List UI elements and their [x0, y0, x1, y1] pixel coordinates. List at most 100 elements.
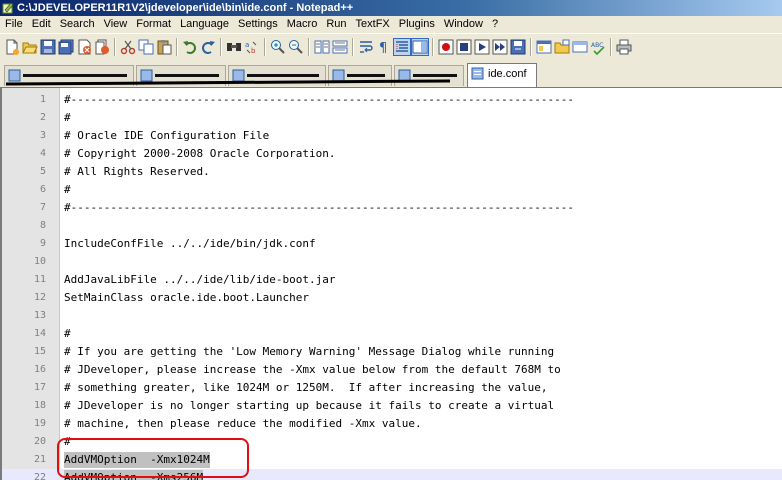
line-number: 21	[33, 454, 46, 465]
code-line[interactable]: 11 AddJavaLibFile ../../ide/lib/ide-boot.…	[2, 271, 782, 289]
stop-record-icon[interactable]	[456, 39, 472, 55]
code-line[interactable]: 13	[2, 307, 782, 325]
code-line[interactable]: 5 # All Rights Reserved.	[2, 163, 782, 181]
find-icon[interactable]	[226, 39, 242, 55]
redo-icon[interactable]	[200, 39, 216, 55]
zoom-in-icon[interactable]	[270, 39, 286, 55]
document-map-icon[interactable]	[411, 38, 429, 56]
window-list-icon[interactable]	[572, 39, 588, 55]
line-text: #---------------------------------------…	[64, 93, 574, 106]
code-line[interactable]: 16 # JDeveloper, please increase the -Xmx…	[2, 361, 782, 379]
close-all-icon[interactable]	[94, 39, 110, 55]
document-icon	[471, 67, 484, 80]
code-line[interactable]: 17 # something greater, like 1024M or 125…	[2, 379, 782, 397]
indent-guide-icon[interactable]	[393, 38, 411, 56]
sync-vertical-icon[interactable]	[314, 39, 330, 55]
save-all-icon[interactable]	[58, 39, 74, 55]
menu-language[interactable]: Language	[175, 16, 233, 33]
toolbar: ab ¶ ABC	[0, 33, 782, 62]
line-number: 11	[33, 274, 46, 285]
folder-tree-icon[interactable]	[554, 39, 570, 55]
tab-bar: ide.conf	[0, 62, 782, 88]
toolbar-separator	[114, 38, 116, 56]
code-line[interactable]: 19 # machine, then please reduce the modi…	[2, 415, 782, 433]
menu-textfx[interactable]: TextFX	[351, 16, 394, 33]
menu-format[interactable]: Format	[131, 16, 175, 33]
redaction-mark	[347, 74, 385, 77]
run-macro-multiple-icon[interactable]	[492, 39, 508, 55]
code-line[interactable]: 1 #--------------------------------------…	[2, 91, 782, 109]
tab-label: ide.conf	[488, 68, 527, 80]
menu-search[interactable]: Search	[55, 16, 99, 33]
window-title: C:\JDEVELOPER11R1V2\jdeveloper\ide\bin\i…	[17, 2, 354, 14]
copy-icon[interactable]	[138, 39, 154, 55]
line-number: 12	[33, 292, 46, 303]
line-number: 19	[33, 418, 46, 429]
menu-settings[interactable]: Settings	[233, 16, 282, 33]
code-line[interactable]: 21 AddVMOption -Xmx1024M	[2, 451, 782, 469]
code-line[interactable]: 3 # Oracle IDE Configuration File	[2, 127, 782, 145]
line-number: 17	[33, 382, 46, 393]
line-text: AddVMOption -Xms256M	[64, 471, 204, 480]
code-line[interactable]: 2 #	[2, 109, 782, 127]
code-line[interactable]: 4 # Copyright 2000-2008 Oracle Corporatio…	[2, 145, 782, 163]
line-number: 7	[39, 202, 46, 213]
code-line[interactable]: 7 #--------------------------------------…	[2, 199, 782, 217]
code-line[interactable]: 10	[2, 253, 782, 271]
notepadpp-icon	[2, 2, 14, 14]
word-wrap-icon[interactable]	[358, 39, 374, 55]
redaction-mark	[247, 74, 319, 77]
line-text: #	[64, 183, 71, 196]
menu-run[interactable]: Run	[321, 16, 350, 33]
code-line[interactable]: 22 AddVMOption -Xms256M	[2, 469, 782, 480]
line-text: # All Rights Reserved.	[64, 165, 210, 178]
line-number: 18	[33, 400, 46, 411]
menu-window[interactable]: Window	[439, 16, 487, 33]
spell-check-icon[interactable]: ABC	[590, 39, 606, 55]
line-text: # machine, then please reduce the modifi…	[64, 417, 422, 430]
cut-icon[interactable]	[120, 39, 136, 55]
new-file-icon[interactable]	[4, 39, 20, 55]
text-editor[interactable]: 1 #--------------------------------------…	[0, 88, 782, 480]
menu-macro[interactable]: Macro	[282, 16, 322, 33]
code-line[interactable]: 8	[2, 217, 782, 235]
toolbar-separator	[352, 38, 354, 56]
tab-ide-conf[interactable]: ide.conf	[467, 63, 537, 87]
menu-plugins[interactable]: Plugins	[394, 16, 439, 33]
title-bar: C:\JDEVELOPER11R1V2\jdeveloper\ide\bin\i…	[0, 0, 782, 16]
menu-view[interactable]: View	[99, 16, 132, 33]
line-text: # something greater, like 1024M or 1250M…	[64, 381, 548, 394]
redaction-mark	[155, 74, 219, 77]
menu-edit[interactable]: Edit	[27, 16, 55, 33]
code-line[interactable]: 14 #	[2, 325, 782, 343]
play-macro-icon[interactable]	[474, 39, 490, 55]
tab-redacted[interactable]	[394, 65, 464, 86]
sync-horizontal-icon[interactable]	[332, 39, 348, 55]
pilcrow-icon[interactable]: ¶	[376, 39, 392, 55]
panel-open-icon[interactable]	[536, 39, 552, 55]
print-icon[interactable]	[616, 39, 632, 55]
replace-icon[interactable]: ab	[244, 39, 260, 55]
menu-file[interactable]: File	[0, 16, 27, 33]
svg-text:a: a	[245, 41, 249, 49]
code-line[interactable]: 6 #	[2, 181, 782, 199]
paste-icon[interactable]	[156, 39, 172, 55]
line-number: 22	[33, 472, 46, 480]
zoom-out-icon[interactable]	[288, 39, 304, 55]
line-text: SetMainClass oracle.ide.boot.Launcher	[64, 291, 310, 304]
line-number: 20	[33, 436, 46, 447]
record-macro-icon[interactable]	[438, 39, 454, 55]
save-macro-icon[interactable]	[510, 39, 526, 55]
line-text: # Oracle IDE Configuration File	[64, 129, 270, 142]
code-line[interactable]: 9 IncludeConfFile ../../ide/bin/jdk.conf	[2, 235, 782, 253]
code-line[interactable]: 20 #	[2, 433, 782, 451]
code-line[interactable]: 12 SetMainClass oracle.ide.boot.Launcher	[2, 289, 782, 307]
open-file-icon[interactable]	[22, 39, 38, 55]
code-line[interactable]: 15 # If you are getting the 'Low Memory W…	[2, 343, 782, 361]
undo-icon[interactable]	[182, 39, 198, 55]
save-icon[interactable]	[40, 39, 56, 55]
menu-help[interactable]: ?	[487, 16, 502, 33]
code-line[interactable]: 18 # JDeveloper is no longer starting up …	[2, 397, 782, 415]
close-icon[interactable]	[76, 39, 92, 55]
line-text: AddVMOption -Xmx1024M	[64, 453, 210, 466]
